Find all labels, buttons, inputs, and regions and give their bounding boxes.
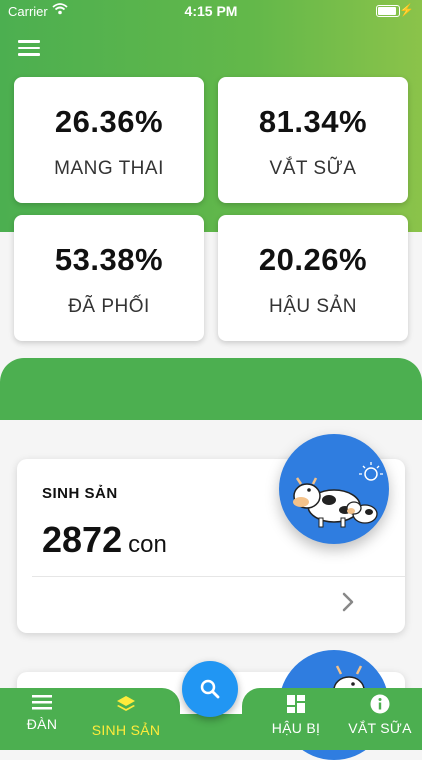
status-bar: Carrier 4:15 PM ⚡ bbox=[0, 0, 422, 22]
nav-item-heifers[interactable]: HẬU BỊ bbox=[264, 694, 328, 736]
divider bbox=[32, 576, 405, 577]
stat-label: HẬU SẢN bbox=[269, 296, 357, 317]
nav-label: VẮT SỮA bbox=[348, 720, 412, 736]
card-title: SINH SẢN bbox=[42, 485, 118, 502]
count-value: 2872 bbox=[42, 519, 123, 560]
grid-icon bbox=[287, 695, 305, 713]
cow-count: 2872 con bbox=[42, 519, 167, 561]
stat-label: MANG THAI bbox=[54, 158, 164, 179]
nav-item-milking[interactable]: VẮT SỮA bbox=[342, 694, 418, 736]
stat-label: VẮT SỮA bbox=[269, 158, 357, 179]
count-unit: con bbox=[128, 531, 167, 558]
layers-icon bbox=[117, 696, 135, 711]
hamburger-menu-button[interactable] bbox=[18, 40, 40, 58]
battery-icon bbox=[376, 5, 400, 17]
clock: 4:15 PM bbox=[184, 3, 238, 19]
nav-label: HẬU BỊ bbox=[271, 720, 321, 736]
nav-item-reproduction[interactable]: SINH SẢN bbox=[86, 694, 166, 738]
charging-icon: ⚡ bbox=[399, 3, 414, 17]
nav-item-herd[interactable]: ĐÀN bbox=[16, 694, 68, 732]
nav-label: ĐÀN bbox=[26, 716, 58, 732]
info-icon bbox=[370, 694, 390, 714]
cow-illustration bbox=[279, 434, 389, 544]
menu-icon bbox=[32, 695, 52, 710]
section-header-band bbox=[0, 358, 422, 420]
stat-value: 81.34% bbox=[258, 104, 368, 139]
nav-label: SINH SẢN bbox=[91, 722, 161, 738]
stat-value: 26.36% bbox=[54, 104, 164, 139]
search-fab-button[interactable] bbox=[182, 661, 238, 717]
stat-value: 53.38% bbox=[54, 242, 164, 277]
stat-card-milking[interactable]: 81.34% VẮT SỮA bbox=[218, 77, 408, 203]
stat-label: ĐÃ PHỐI bbox=[68, 296, 150, 317]
chevron-right-icon[interactable] bbox=[339, 591, 357, 613]
stat-card-bred[interactable]: 53.38% ĐÃ PHỐI bbox=[14, 215, 204, 341]
search-icon bbox=[200, 679, 220, 699]
stat-card-pregnant[interactable]: 26.36% MANG THAI bbox=[14, 77, 204, 203]
stat-card-postpartum[interactable]: 20.26% HẬU SẢN bbox=[218, 215, 408, 341]
stat-value: 20.26% bbox=[258, 242, 368, 277]
